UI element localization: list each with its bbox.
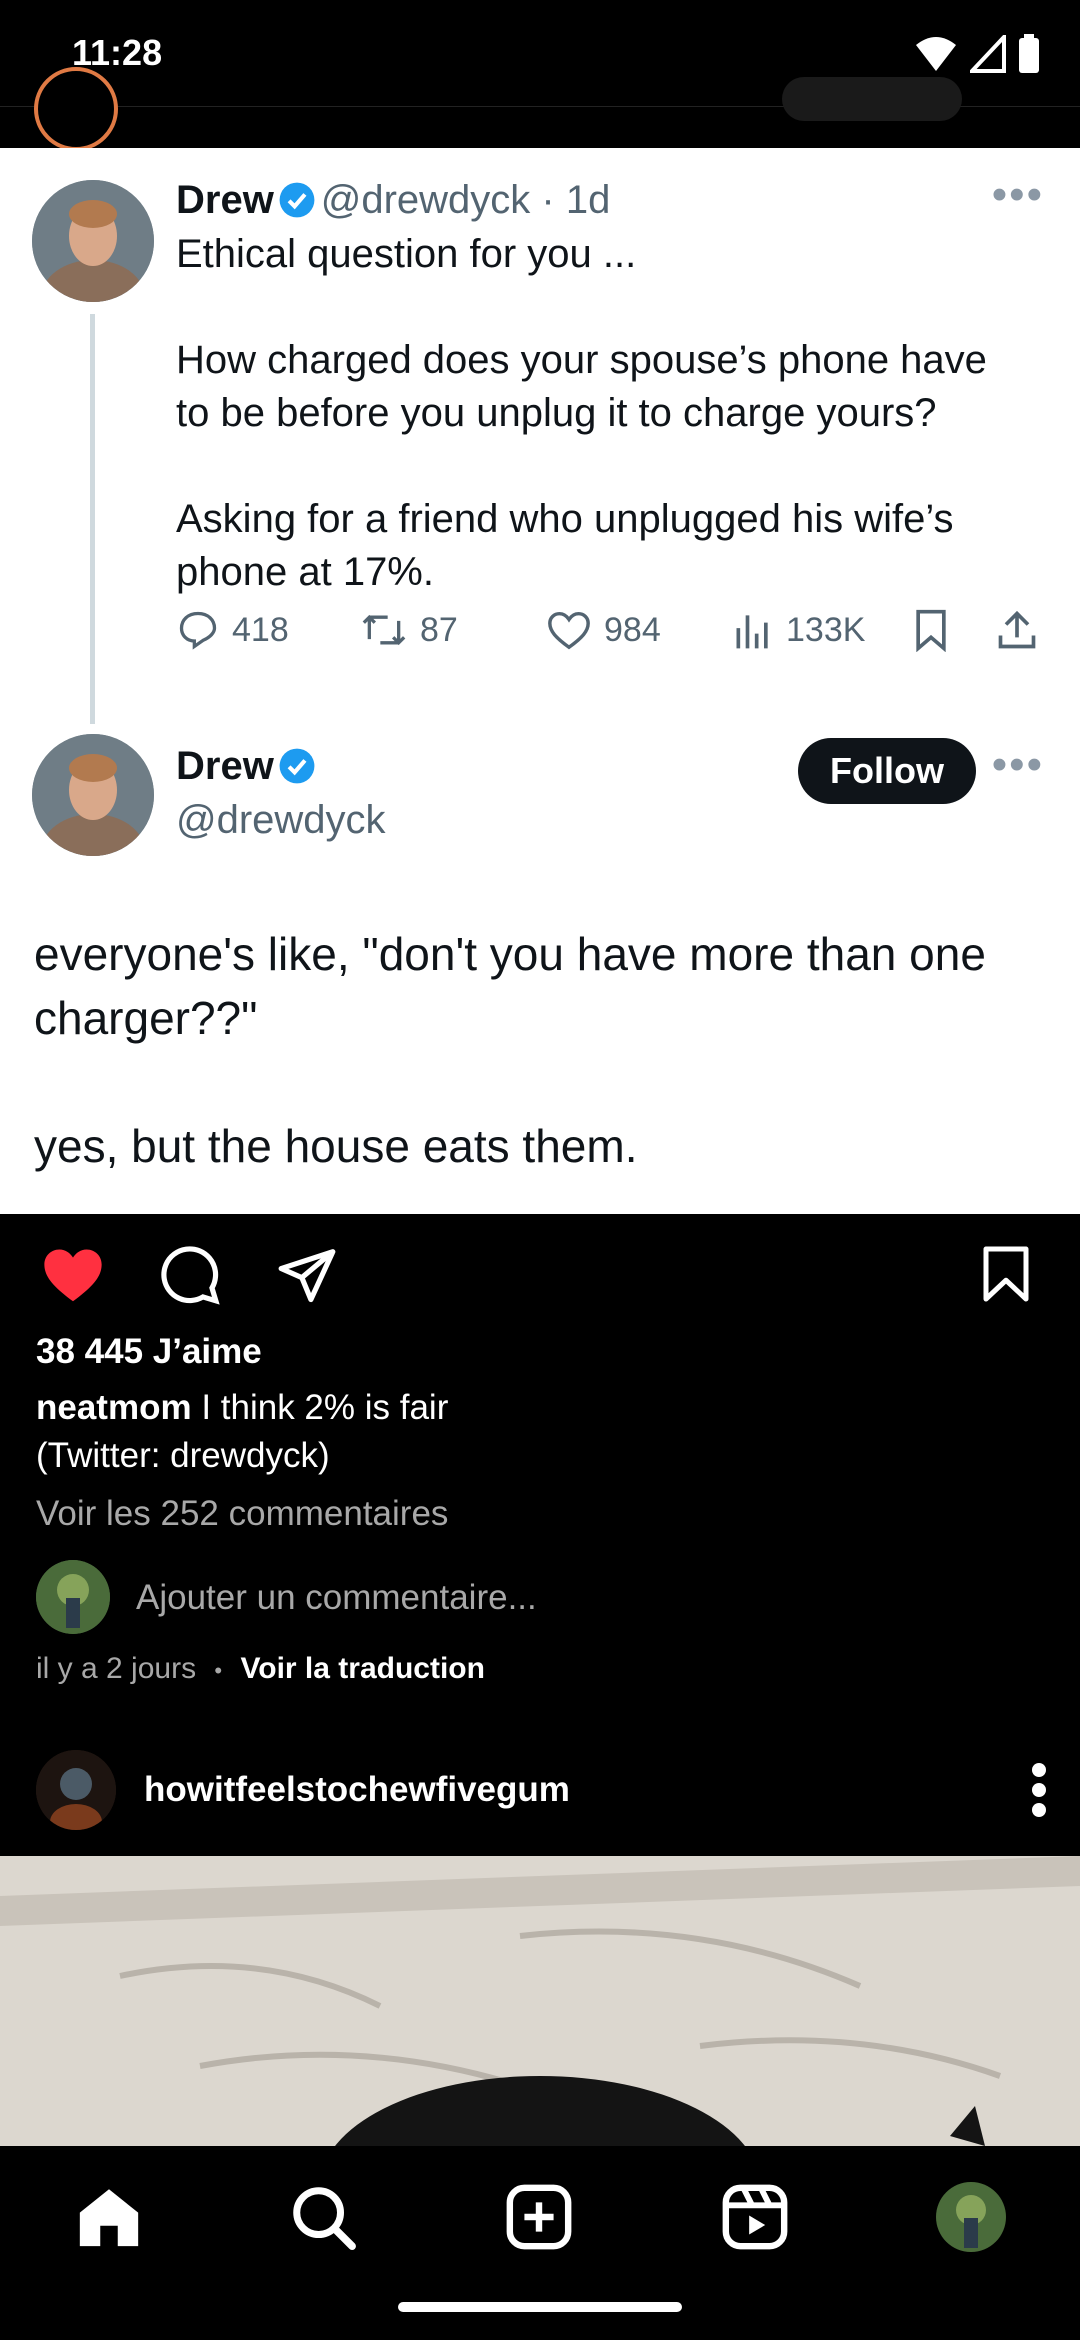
home-icon[interactable] [74,2182,144,2252]
reply-line: charger??" [34,992,258,1044]
caption-line2: (Twitter: drewdyck) [36,1436,330,1475]
tweet-more-icon[interactable]: ••• [992,170,1044,220]
tweet-line [176,281,1056,334]
caption-text: I think 2% is fair [201,1388,449,1427]
tweet-body: Ethical question for you ... How charged… [176,228,1056,599]
reply-header: Drew [176,744,316,789]
verified-badge-icon [279,182,315,218]
views-count: 133K [786,610,866,649]
battery-icon [1019,34,1039,73]
reels-icon[interactable] [720,2182,790,2252]
post-time: il y a 2 jours [36,1652,197,1685]
tweet-line: How charged does your spouse’s phone hav… [176,338,987,382]
status-icons [914,34,1040,74]
wifi-icon [916,37,956,71]
tweet-avatar [32,180,154,302]
tweet-actions: 418 87 984 133K [176,608,1046,658]
meta-separator: • [214,1658,223,1683]
like-action[interactable]: 984 [546,608,661,652]
view-comments-link[interactable]: Voir les 252 commentaires [36,1494,448,1534]
reply-handle: @drewdyck [176,798,386,842]
tweet-author-name[interactable]: Drew [176,178,274,222]
post-actions [0,1214,1080,1334]
bookmark-icon[interactable] [980,1244,1032,1304]
create-icon[interactable] [504,2182,574,2252]
caption-username[interactable]: neatmom [36,1388,192,1427]
share-tweet-action[interactable] [996,608,1038,652]
previous-pill[interactable] [782,77,962,121]
tweet-handle-time: @drewdyck · 1d [320,178,611,222]
like-outline-icon [548,611,590,650]
translate-link[interactable]: Voir la traduction [240,1652,484,1685]
retweet-action[interactable]: 87 [360,608,458,652]
tweet-bookmark-icon [916,609,946,652]
like-count: 984 [604,610,661,649]
heart-icon[interactable] [40,1244,106,1304]
share-icon[interactable] [276,1246,338,1304]
follow-button[interactable]: Follow [798,738,976,804]
reply-action[interactable]: 418 [176,608,289,652]
retweet-count: 87 [420,610,458,649]
home-indicator[interactable] [398,2302,682,2312]
previous-avatar[interactable] [34,67,118,151]
post-meta: il y a 2 jours • Voir la traduction [36,1652,485,1686]
post-caption: neatmom I think 2% is fair (Twitter: dre… [36,1384,1036,1480]
tweet-line: Ethical question for you ... [176,232,637,276]
next-post-header: howitfeelstochewfivegum [0,1740,1080,1856]
reply-avatar [32,734,154,856]
reply-author-name[interactable]: Drew [176,744,274,788]
reply-count: 418 [232,610,289,649]
verified-badge-icon [279,748,315,784]
reply-line: yes, but the house eats them. [34,1120,638,1172]
likes-count[interactable]: 38 445 J’aime [36,1332,262,1372]
previous-post-remnant [0,67,1080,151]
more-vertical-icon[interactable] [1024,1760,1054,1820]
next-post-image[interactable] [0,1856,1080,2146]
thread-line [90,314,95,724]
tweet-line [176,440,1056,493]
tweet-header: Drew @drewdyck · 1d [176,178,610,223]
search-icon[interactable] [288,2182,358,2252]
retweet-icon [362,614,406,646]
next-post-avatar[interactable] [36,1750,116,1830]
reply-more-icon[interactable]: ••• [992,740,1044,790]
views-chart-icon [736,615,768,649]
bookmark-action[interactable] [912,608,950,652]
tweet-screenshot: Drew @drewdyck · 1d ••• Ethical question… [0,148,1080,1214]
views-action[interactable]: 133K [732,608,865,652]
add-comment-row[interactable]: Ajouter un commentaire... [36,1560,1036,1636]
user-avatar[interactable] [36,1560,110,1634]
upload-share-icon [998,610,1036,649]
tweet-line: Asking for a friend who unplugged his wi… [176,497,954,541]
add-comment-input[interactable]: Ajouter un commentaire... [136,1578,537,1618]
reply-line: everyone's like, "don't you have more th… [34,928,986,980]
reply-icon [179,611,217,650]
tweet-line: phone at 17%. [176,550,434,594]
next-post-username[interactable]: howitfeelstochewfivegum [144,1770,570,1810]
comment-icon[interactable] [158,1244,222,1306]
profile-avatar[interactable] [936,2182,1006,2252]
tweet-line: to be before you unplug it to charge you… [176,391,937,435]
cell-signal-icon [970,35,1006,73]
